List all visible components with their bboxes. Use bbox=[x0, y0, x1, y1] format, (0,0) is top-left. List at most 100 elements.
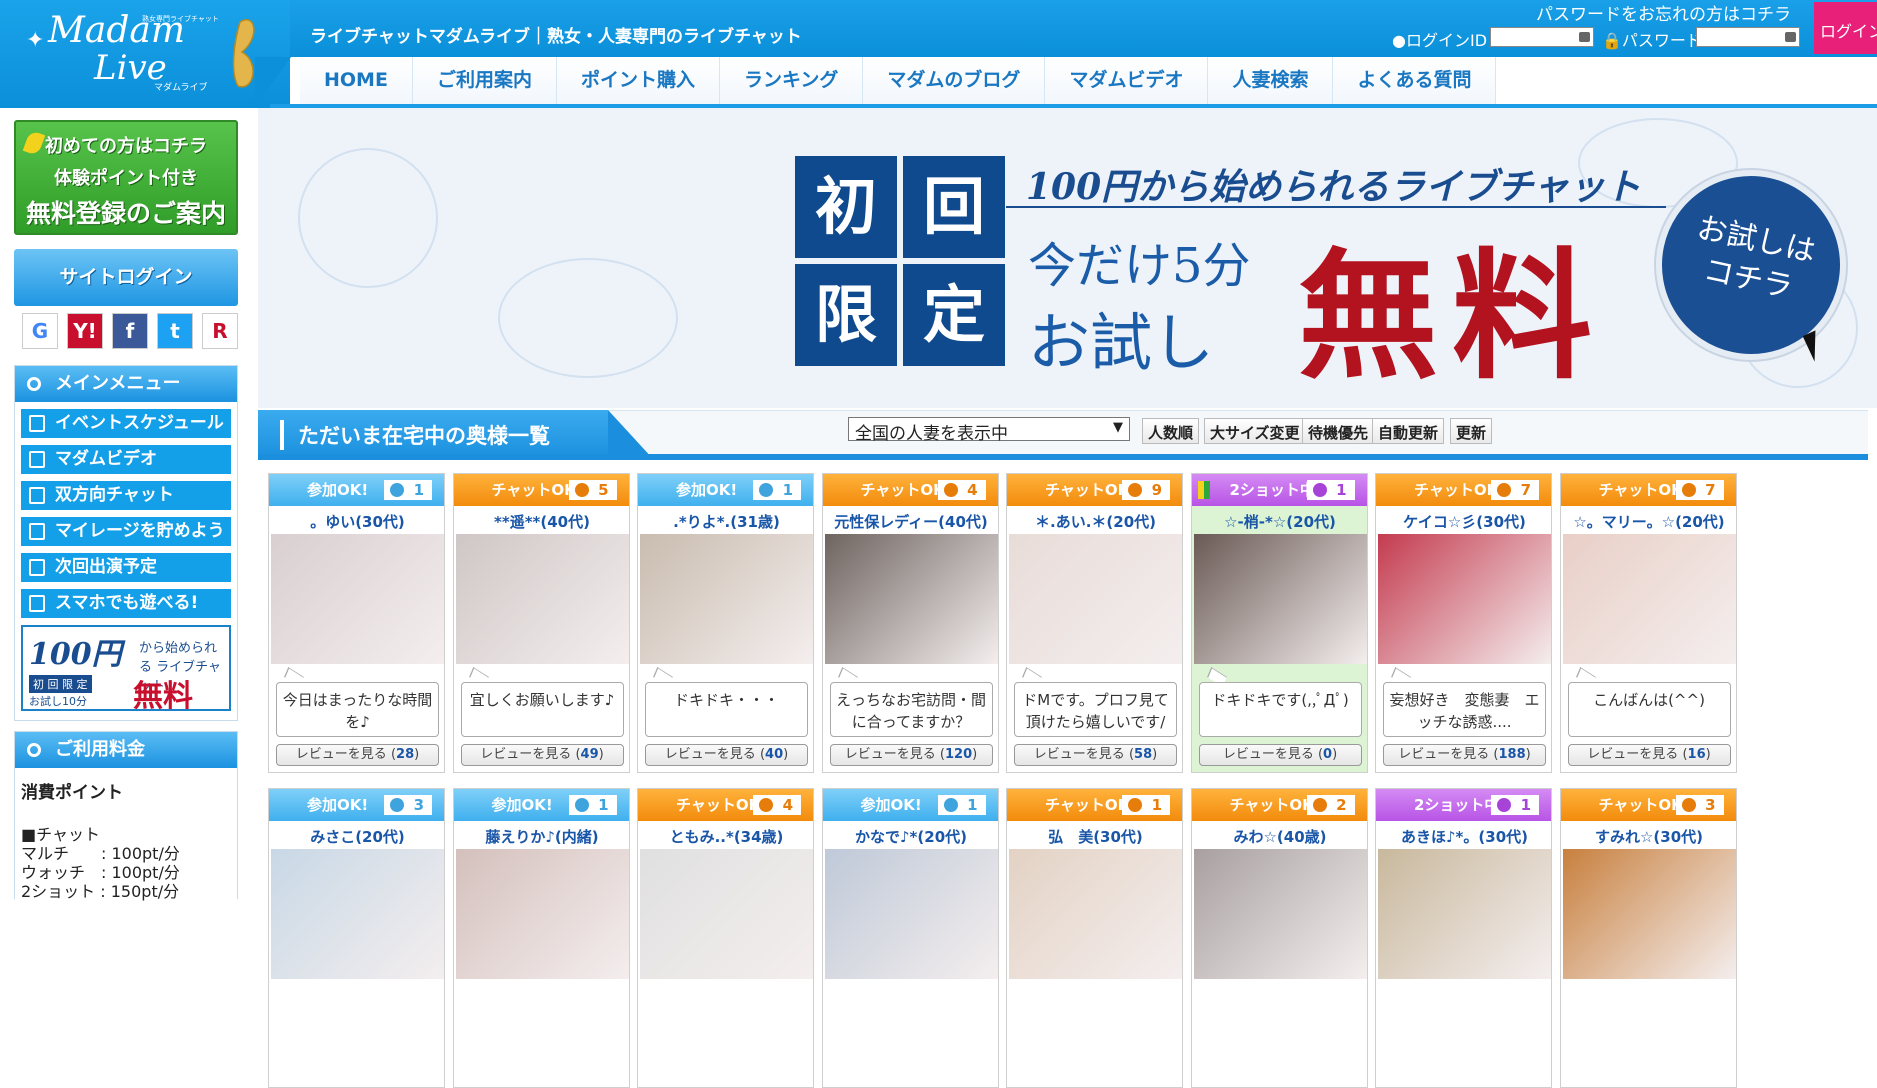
review-button[interactable]: レビューを見る (40) bbox=[645, 744, 808, 766]
performer-name[interactable]: みわ☆(40歳) bbox=[1192, 826, 1367, 847]
performer-photo[interactable] bbox=[1009, 534, 1182, 664]
review-button[interactable]: レビューを見る (49) bbox=[460, 744, 624, 766]
site-login-button[interactable]: サイトログイン bbox=[14, 249, 238, 306]
performer-name[interactable]: かなで♪*(20代) bbox=[823, 826, 998, 847]
performer-card[interactable]: チャットOK! 2 みわ☆(40歳) bbox=[1190, 788, 1368, 1088]
performer-age: (20代) bbox=[355, 828, 405, 846]
performer-card[interactable]: チャットOK! 5 **遥**(40代) 宜しくお願いします♪ レビューを見る (49) bbox=[452, 473, 630, 773]
menu-item-next-appearance[interactable]: 次回出演予定 bbox=[21, 553, 231, 582]
performer-card[interactable]: チャットOK! 4 元性保レディー(40代) えっちなお宅訪問・間に合ってますか？ レビ… bbox=[821, 473, 999, 773]
login-id-input[interactable] bbox=[1490, 27, 1594, 47]
performer-name[interactable]: ☆-梢-*☆(20代) bbox=[1192, 511, 1367, 532]
forgot-password-link[interactable]: パスワードをお忘れの方はコチラ bbox=[1536, 0, 1791, 25]
performer-name[interactable]: 弘 美(30代) bbox=[1007, 826, 1182, 847]
region-select[interactable]: 全国の人妻を表示中 ▼ bbox=[848, 417, 1130, 444]
nav-ranking[interactable]: ランキング bbox=[719, 57, 864, 104]
performer-name[interactable]: 。ゆい(30代) bbox=[269, 511, 444, 532]
performer-card[interactable]: 参加OK! 1 。ゆい(30代) 今日はまったりな時間を♪ レビューを見る (28) bbox=[268, 473, 445, 773]
nav-video[interactable]: マダムビデオ bbox=[1045, 57, 1209, 104]
performer-photo[interactable] bbox=[271, 534, 444, 664]
performer-photo[interactable] bbox=[455, 849, 629, 979]
facebook-icon[interactable]: f bbox=[112, 313, 148, 349]
performer-card[interactable]: チャットOK! 9 ＊.あい.＊(20代) ドMです。プロフ見て頂けたら嬉しいです/レ… bbox=[1006, 473, 1183, 773]
performer-photo[interactable] bbox=[640, 534, 813, 664]
tile-char: 定 bbox=[903, 264, 1005, 366]
keyboard-icon bbox=[1785, 32, 1796, 42]
performer-name[interactable]: .*りよ*.(31歳) bbox=[638, 511, 813, 532]
first-time-registration-banner[interactable]: 初めての方はコチラ 体験ポイント付き 無料登録のご案内 bbox=[14, 120, 238, 235]
performer-photo[interactable] bbox=[455, 534, 629, 664]
review-button[interactable]: レビューを見る (120) bbox=[829, 744, 993, 766]
performer-photo[interactable] bbox=[1193, 849, 1367, 979]
sort-by-count-button[interactable]: 人数順 bbox=[1142, 418, 1200, 444]
performer-name[interactable]: **遥**(40代) bbox=[454, 511, 629, 532]
performer-card[interactable]: 参加OK! 1 かなで♪*(20代) bbox=[821, 788, 999, 1088]
performer-name[interactable]: ケイコ☆彡(30代) bbox=[1376, 511, 1551, 532]
performer-photo[interactable] bbox=[1562, 849, 1736, 979]
performer-card[interactable]: 参加OK! 3 みさこ(20代) bbox=[268, 788, 445, 1088]
menu-item-two-way-chat[interactable]: 双方向チャット bbox=[21, 481, 231, 510]
review-button[interactable]: レビューを見る (58) bbox=[1014, 744, 1177, 766]
review-button[interactable]: レビューを見る (16) bbox=[1567, 744, 1731, 766]
nav-guide[interactable]: ご利用案内 bbox=[412, 57, 557, 104]
performer-photo[interactable] bbox=[640, 849, 813, 979]
performer-name[interactable]: すみれ☆(30代) bbox=[1561, 826, 1736, 847]
performer-photo[interactable] bbox=[271, 849, 444, 979]
viewer-count: 1 bbox=[937, 795, 986, 815]
performer-name-text: ケイコ☆彡 bbox=[1403, 513, 1477, 531]
auto-refresh-button[interactable]: 自動更新 bbox=[1372, 418, 1445, 444]
google-icon[interactable]: G bbox=[22, 313, 58, 349]
nav-search[interactable]: 人妻検索 bbox=[1208, 57, 1334, 104]
refresh-button[interactable]: 更新 bbox=[1450, 418, 1493, 444]
performer-photo[interactable] bbox=[1378, 534, 1551, 664]
performer-photo[interactable] bbox=[824, 849, 998, 979]
performer-photo[interactable] bbox=[824, 534, 998, 664]
performer-card[interactable]: 参加OK! 1 藤えりか♪(内緒) bbox=[452, 788, 630, 1088]
menu-item-smartphone[interactable]: スマホでも遊べる! bbox=[21, 589, 231, 618]
nav-blog[interactable]: マダムのブログ bbox=[863, 57, 1046, 104]
performer-name[interactable]: 藤えりか♪(内緒) bbox=[454, 826, 629, 847]
performer-card[interactable]: 参加OK! 1 .*りよ*.(31歳) ドキドキ・・・ レビューを見る (40) bbox=[637, 473, 814, 773]
review-button[interactable]: レビューを見る (0) bbox=[1198, 744, 1362, 766]
performer-card[interactable]: 2ショット中 1 あきほ♪*。(30代) bbox=[1375, 788, 1552, 1088]
performer-name[interactable]: みさこ(20代) bbox=[269, 826, 444, 847]
free-trial-hero-banner[interactable]: 初 回 限 定 100円から始められるライブチャット 今だけ5分 お試し 無料 … bbox=[258, 108, 1877, 408]
performer-name[interactable]: ＊.あい.＊(20代) bbox=[1007, 511, 1182, 532]
free-trial-promo-banner[interactable]: 100円 から始められる ライブチャット 初 回 限 定 お試し10分 無料 bbox=[21, 625, 231, 714]
review-label: レビューを見る bbox=[1222, 747, 1314, 762]
password-input[interactable] bbox=[1696, 27, 1800, 47]
performer-name[interactable]: ともみ..*(34歳) bbox=[638, 826, 813, 847]
review-button[interactable]: レビューを見る (28) bbox=[276, 744, 439, 766]
performer-comment: こんばんは(^^) bbox=[1567, 682, 1731, 737]
performer-photo[interactable] bbox=[1009, 849, 1182, 979]
review-button[interactable]: レビューを見る (188) bbox=[1383, 744, 1546, 766]
performer-photo[interactable] bbox=[1193, 534, 1367, 664]
rakuten-icon[interactable]: R bbox=[202, 313, 238, 349]
performer-photo[interactable] bbox=[1378, 849, 1551, 979]
nav-faq[interactable]: よくある質問 bbox=[1333, 57, 1497, 104]
menu-item-madam-video[interactable]: マダムビデオ bbox=[21, 445, 231, 474]
waiting-priority-button[interactable]: 待機優先 bbox=[1302, 418, 1375, 444]
performer-card[interactable]: チャットOK! 4 ともみ..*(34歳) bbox=[637, 788, 814, 1088]
nav-home[interactable]: HOME bbox=[300, 57, 413, 104]
login-button[interactable]: ログイン bbox=[1814, 2, 1877, 54]
promo-price: 100円 bbox=[29, 637, 122, 672]
performer-name[interactable]: あきほ♪*。(30代) bbox=[1376, 826, 1551, 847]
performer-card[interactable]: チャットOK! 3 すみれ☆(30代) bbox=[1559, 788, 1737, 1088]
performer-name[interactable]: ☆。マリー。☆(20代) bbox=[1561, 511, 1736, 532]
performer-card[interactable]: チャットOK! 1 弘 美(30代) bbox=[1006, 788, 1183, 1088]
yahoo-icon[interactable]: Y! bbox=[67, 313, 103, 349]
performer-card[interactable]: チャットOK! 7 ☆。マリー。☆(20代) こんばんは(^^) レビューを見る (16… bbox=[1559, 473, 1737, 773]
performer-name-text: ☆。マリー。☆ bbox=[1573, 513, 1676, 531]
performer-photo[interactable] bbox=[1562, 534, 1736, 664]
twitter-icon[interactable]: t bbox=[157, 313, 193, 349]
performer-name[interactable]: 元性保レディー(40代) bbox=[823, 511, 998, 532]
menu-item-event-schedule[interactable]: イベントスケジュール bbox=[21, 409, 231, 438]
performer-card[interactable]: チャットOK! 7 ケイコ☆彡(30代) 妄想好き 変態妻 エッチな誘惑.... レビュ… bbox=[1375, 473, 1552, 773]
performer-card[interactable]: 2ショット中 1 ☆-梢-*☆(20代) ドキドキです(,,ﾟДﾟ) レビューを見る (… bbox=[1190, 473, 1368, 773]
menu-item-mileage[interactable]: マイレージを貯めよう bbox=[21, 517, 231, 546]
size-toggle-button[interactable]: 大サイズ変更 bbox=[1204, 418, 1306, 444]
nav-buy-points[interactable]: ポイント購入 bbox=[556, 57, 720, 104]
performer-name-text: 弘 美 bbox=[1048, 828, 1094, 846]
site-logo[interactable]: ✦ 熟女専門ライブチャット Madam Live マダムライブ bbox=[24, 6, 255, 94]
